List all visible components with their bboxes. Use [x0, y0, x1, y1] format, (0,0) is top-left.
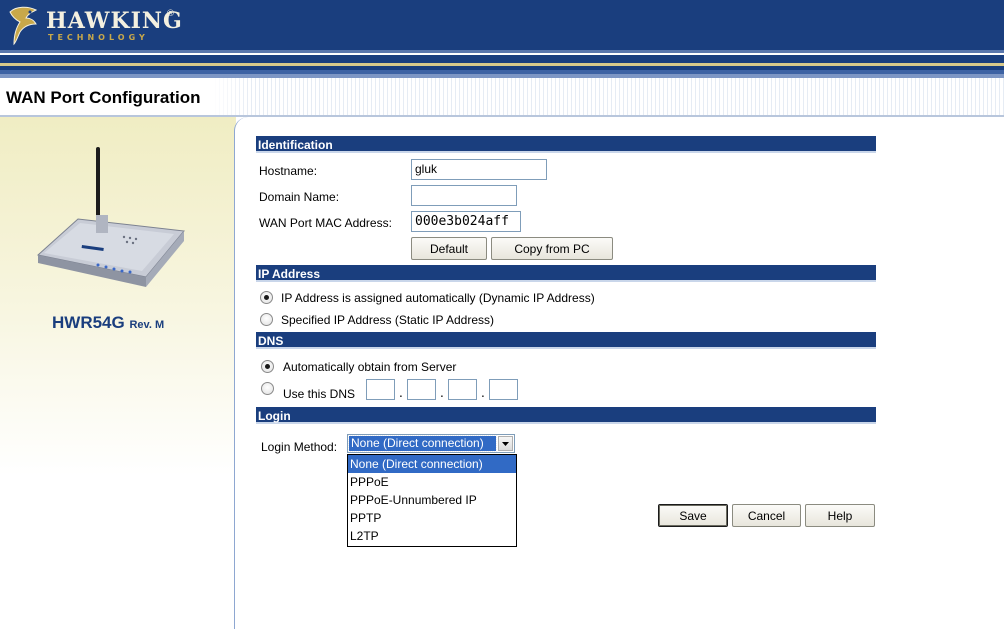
dns-separator: .	[481, 386, 485, 400]
brand-subtitle: TECHNOLOGY	[48, 33, 149, 42]
mac-address-label: WAN Port MAC Address:	[259, 216, 392, 230]
copy-from-pc-button[interactable]: Copy from PC	[491, 237, 613, 260]
page-title: WAN Port Configuration	[6, 88, 201, 107]
dynamic-ip-label: IP Address is assigned automatically (Dy…	[281, 291, 595, 305]
dns-auto-radio[interactable]	[261, 360, 274, 373]
section-ip-address: IP Address	[256, 265, 876, 282]
dns-octet-2-input[interactable]	[407, 379, 436, 400]
static-ip-radio[interactable]	[260, 313, 273, 326]
domain-name-label: Domain Name:	[259, 190, 340, 204]
domain-name-input[interactable]	[411, 185, 517, 206]
cancel-button[interactable]: Cancel	[732, 504, 801, 527]
title-bar: WAN Port Configuration	[0, 78, 1004, 116]
product-revision: Rev. M	[129, 319, 165, 331]
router-image	[36, 147, 185, 287]
mac-address-input[interactable]: 000e3b024aff	[411, 211, 521, 232]
save-button[interactable]: Save	[658, 504, 728, 527]
section-dns: DNS	[256, 332, 876, 349]
login-method-select[interactable]: None (Direct connection)	[347, 434, 515, 453]
dropdown-option-pppoe-unnumbered[interactable]: PPPoE-Unnumbered IP	[348, 491, 516, 509]
dns-octet-4-input[interactable]	[489, 379, 518, 400]
dns-auto-label: Automatically obtain from Server	[283, 360, 457, 374]
product-model-name: HWR54G	[52, 313, 125, 332]
chevron-down-icon[interactable]	[498, 436, 513, 451]
section-login: Login	[256, 407, 876, 424]
brand-name: HAWKING	[46, 8, 183, 34]
dynamic-ip-radio[interactable]	[260, 291, 273, 304]
dns-separator: .	[399, 386, 403, 400]
default-button[interactable]: Default	[411, 237, 487, 260]
dns-manual-radio[interactable]	[261, 382, 274, 395]
hawking-logo: HAWKING ® TECHNOLOGY	[6, 4, 186, 46]
product-model: HWR54G Rev. M	[52, 313, 164, 333]
static-ip-label: Specified IP Address (Static IP Address)	[281, 313, 494, 327]
login-method-label: Login Method:	[261, 440, 338, 454]
dns-octet-3-input[interactable]	[448, 379, 477, 400]
header-banner: HAWKING ® TECHNOLOGY	[0, 0, 1004, 50]
dns-octet-1-input[interactable]	[366, 379, 395, 400]
hostname-input[interactable]: gluk	[411, 159, 547, 180]
dns-manual-label: Use this DNS	[283, 387, 356, 401]
login-method-selected-value: None (Direct connection)	[348, 435, 497, 452]
dns-separator: .	[440, 386, 444, 400]
registered-mark: ®	[166, 9, 175, 19]
hostname-label: Hostname:	[259, 164, 318, 178]
header-stripes	[0, 50, 1004, 78]
login-method-dropdown-list: None (Direct connection) PPPoE PPPoE-Unn…	[347, 454, 517, 547]
dropdown-option-none[interactable]: None (Direct connection)	[348, 455, 516, 473]
dropdown-option-pppoe[interactable]: PPPoE	[348, 473, 516, 491]
hawk-logo-icon	[9, 6, 38, 46]
dropdown-option-pptp[interactable]: PPTP	[348, 509, 516, 527]
dropdown-option-l2tp[interactable]: L2TP	[348, 527, 516, 545]
section-identification: Identification	[256, 136, 876, 153]
product-panel: HWR54G Rev. M	[0, 117, 236, 629]
help-button[interactable]: Help	[805, 504, 875, 527]
